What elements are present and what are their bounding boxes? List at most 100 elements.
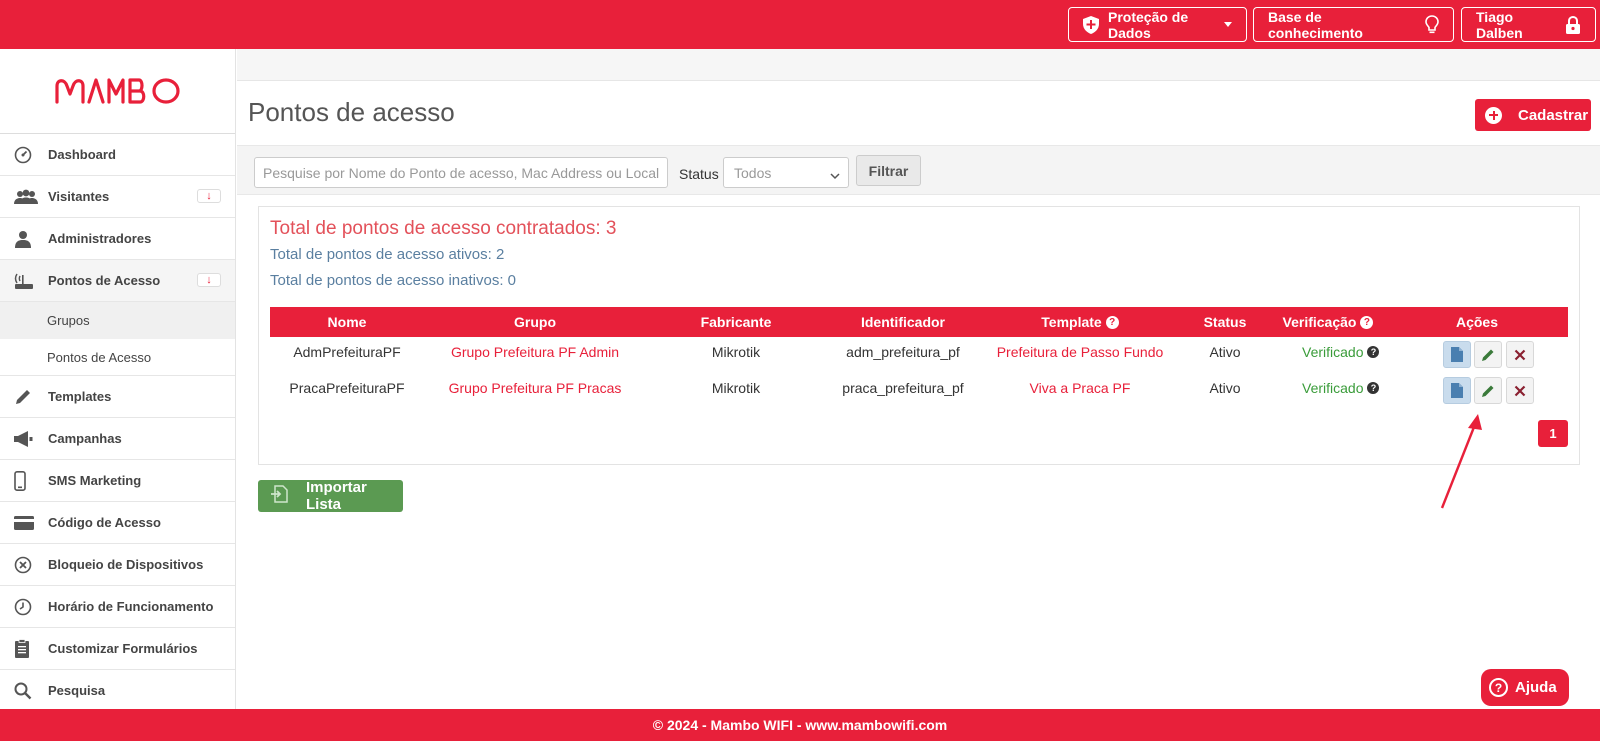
sidebar-item-customizar[interactable]: Customizar Formulários xyxy=(0,628,235,670)
sidebar-item-label: Campanhas xyxy=(48,431,122,446)
cell-identificador: adm_prefeitura_pf xyxy=(846,344,960,360)
lock-icon xyxy=(1565,15,1581,34)
cell-status: Ativo xyxy=(1209,380,1241,396)
sidebar-item-label: Visitantes xyxy=(48,189,110,204)
expand-arrow-icon: ↓ xyxy=(197,273,221,287)
help-icon[interactable]: ? xyxy=(1105,315,1119,329)
protecao-dados-label: Proteção de Dados xyxy=(1108,8,1189,41)
cell-fabricante: Mikrotik xyxy=(711,380,761,396)
close-icon xyxy=(1514,385,1526,396)
cell-grupo-link[interactable]: Grupo Prefeitura PF Pracas xyxy=(424,380,646,396)
cell-nome: PracaPrefeituraPF xyxy=(289,380,405,396)
cell-fabricante: Mikrotik xyxy=(711,344,761,360)
sidebar-item-label: Dashboard xyxy=(48,147,116,162)
status-select[interactable]: Todos xyxy=(723,157,849,188)
filtrar-button[interactable]: Filtrar xyxy=(856,155,921,186)
ajuda-label: Ajuda xyxy=(1515,679,1557,696)
cell-template-link[interactable]: Prefeitura de Passo Fundo xyxy=(980,344,1180,360)
pencil-icon xyxy=(14,387,40,407)
top-bar: Proteção de Dados Base de conhecimento T… xyxy=(0,0,1600,49)
column-header-fabricante: Fabricante xyxy=(700,314,772,330)
document-icon xyxy=(1451,347,1463,362)
sidebar-item-label: Código de Acesso xyxy=(48,515,161,530)
chevron-down-icon xyxy=(830,168,840,184)
base-conhecimento-label: Base de conhecimento xyxy=(1268,8,1363,41)
sidebar-item-pontos-de-acesso[interactable]: Pontos de Acesso ↓ xyxy=(0,260,235,302)
sidebar-item-administradores[interactable]: Administradores xyxy=(0,218,235,260)
cadastrar-button[interactable]: Cadastrar xyxy=(1475,99,1591,131)
sidebar-item-horario[interactable]: Horário de Funcionamento xyxy=(0,586,235,628)
sidebar: Dashboard Visitantes ↓ Administradores P… xyxy=(0,49,236,712)
sidebar-item-label: Bloqueio de Dispositivos xyxy=(48,557,204,572)
cell-template-link[interactable]: Viva a Praca PF xyxy=(980,380,1180,396)
sidebar-item-codigo-de-acesso[interactable]: Código de Acesso xyxy=(0,502,235,544)
annotation-arrow xyxy=(1440,414,1482,509)
column-header-nome: Nome xyxy=(327,314,367,330)
ajuda-button[interactable]: ? Ajuda xyxy=(1481,669,1569,706)
sidebar-item-label: Pontos de Acesso xyxy=(48,273,161,288)
shield-icon xyxy=(1083,15,1099,34)
sidebar-item-visitantes[interactable]: Visitantes ↓ xyxy=(0,176,235,218)
pagination-page-1[interactable]: 1 xyxy=(1538,420,1568,447)
sidebar-subitem-label: Grupos xyxy=(47,313,90,328)
total-inativos: Total de pontos de acesso inativos: 0 xyxy=(270,272,516,289)
sidebar-item-pesquisa[interactable]: Pesquisa xyxy=(0,670,235,712)
delete-button[interactable] xyxy=(1506,341,1534,368)
help-icon[interactable]: ? xyxy=(1367,346,1380,358)
column-header-verificacao: Verificação? xyxy=(1270,307,1386,337)
router-icon xyxy=(14,271,40,291)
users-icon xyxy=(14,187,40,207)
search-input[interactable] xyxy=(254,157,668,188)
logo[interactable] xyxy=(0,49,235,134)
view-button[interactable] xyxy=(1443,341,1471,368)
block-icon xyxy=(14,555,40,575)
header-strip xyxy=(237,49,1600,81)
cell-identificador: praca_prefeitura_pf xyxy=(842,380,964,396)
document-icon xyxy=(1451,383,1463,398)
close-icon xyxy=(1514,349,1526,360)
mambo-logo xyxy=(54,78,180,104)
sidebar-subitem-pontos-de-acesso[interactable]: Pontos de Acesso xyxy=(0,339,235,376)
column-header-status: Status xyxy=(1203,314,1247,330)
import-icon xyxy=(270,485,288,507)
caret-down-icon xyxy=(1224,22,1232,27)
importar-lista-button[interactable]: Importar Lista xyxy=(258,479,403,513)
protecao-dados-button[interactable]: Proteção de Dados xyxy=(1068,7,1247,42)
sidebar-item-label: Pesquisa xyxy=(48,683,106,698)
sidebar-item-label: Templates xyxy=(48,389,112,404)
view-button[interactable] xyxy=(1443,377,1471,404)
sidebar-item-dashboard[interactable]: Dashboard xyxy=(0,134,235,176)
sidebar-subitem-grupos[interactable]: Grupos xyxy=(0,302,235,339)
search-icon xyxy=(14,681,40,701)
user-menu-button[interactable]: Tiago Dalben xyxy=(1461,7,1596,42)
sidebar-item-bloqueio[interactable]: Bloqueio de Dispositivos xyxy=(0,544,235,586)
clipboard-icon xyxy=(14,638,40,659)
sidebar-item-templates[interactable]: Templates xyxy=(0,376,235,418)
cadastrar-label: Cadastrar xyxy=(1518,106,1589,124)
lightbulb-icon xyxy=(1425,14,1439,35)
megaphone-icon xyxy=(14,429,40,449)
sidebar-item-campanhas[interactable]: Campanhas xyxy=(0,418,235,460)
column-header-identificador: Identificador xyxy=(860,314,945,330)
cell-grupo-link[interactable]: Grupo Prefeitura PF Admin xyxy=(424,344,646,360)
sidebar-subitem-label: Pontos de Acesso xyxy=(47,349,152,365)
table-header: Nome Grupo Fabricante Identificador Temp… xyxy=(270,307,1568,337)
status-label: Status xyxy=(679,166,719,182)
base-conhecimento-button[interactable]: Base de conhecimento xyxy=(1253,7,1454,42)
pencil-icon xyxy=(1482,349,1494,361)
edit-button[interactable] xyxy=(1474,377,1502,404)
cell-status: Ativo xyxy=(1209,344,1241,360)
sidebar-item-sms-marketing[interactable]: SMS Marketing xyxy=(0,460,235,502)
importar-lista-label: Importar Lista xyxy=(306,479,367,513)
column-header-template: Template? xyxy=(980,307,1180,337)
footer-text: © 2024 - Mambo WIFI - www.mambowifi.com xyxy=(652,717,948,733)
help-icon[interactable]: ? xyxy=(1360,315,1374,329)
plus-circle-icon xyxy=(1485,106,1502,124)
column-header-grupo: Grupo xyxy=(514,314,556,330)
user-icon xyxy=(14,229,40,249)
help-icon[interactable]: ? xyxy=(1367,382,1380,394)
edit-button[interactable] xyxy=(1474,341,1502,368)
clock-icon xyxy=(14,597,40,617)
pencil-icon xyxy=(1482,385,1494,397)
delete-button[interactable] xyxy=(1506,377,1534,404)
